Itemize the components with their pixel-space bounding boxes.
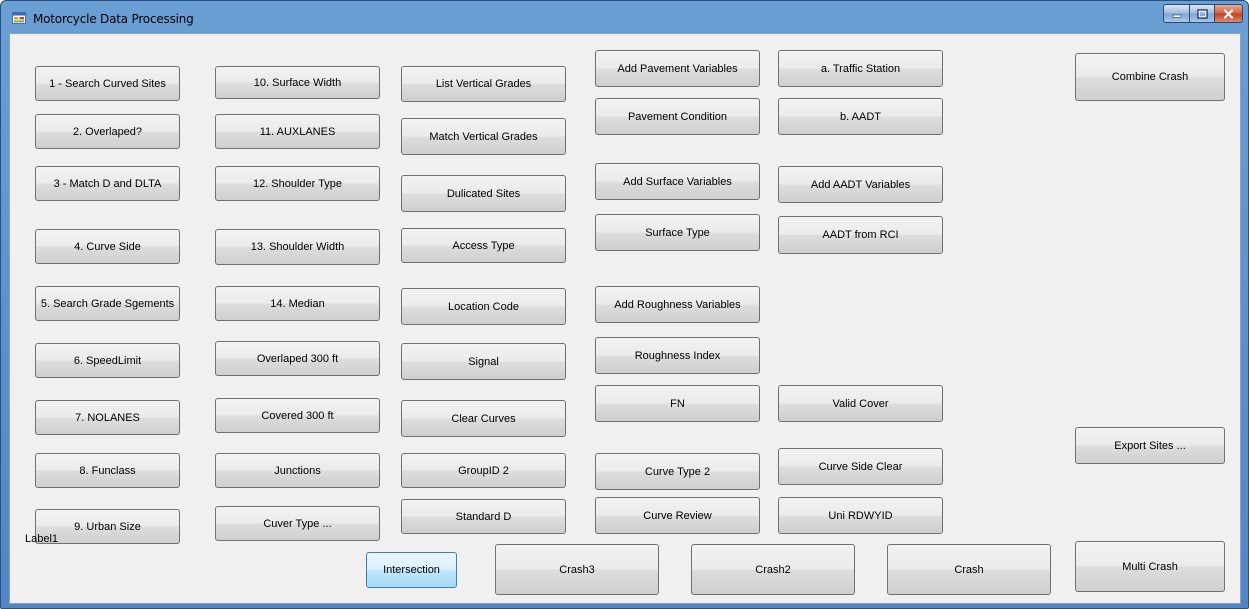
maximize-icon [1196,8,1208,19]
traffic-station-button[interactable]: a. Traffic Station [778,50,943,87]
aadt-from-rci-button[interactable]: AADT from RCI [778,216,943,254]
signal-button[interactable]: Signal [401,343,566,380]
junctions-button[interactable]: Junctions [215,453,380,488]
pavement-condition-button[interactable]: Pavement Condition [595,98,760,135]
overlaped-button[interactable]: 2. Overlaped? [35,114,180,149]
match-d-dlta-button[interactable]: 3 - Match D and DLTA [35,166,180,201]
add-roughness-variables-button[interactable]: Add Roughness Variables [595,286,760,323]
uni-rdwyid-button[interactable]: Uni RDWYID [778,497,943,534]
curve-side-button[interactable]: 4. Curve Side [35,229,180,264]
access-type-button[interactable]: Access Type [401,228,566,263]
search-curved-sites-button[interactable]: 1 - Search Curved Sites [35,66,180,101]
cuver-type-button[interactable]: Cuver Type ... [215,506,380,541]
add-aadt-variables-button[interactable]: Add AADT Variables [778,166,943,203]
overlaped-300ft-button[interactable]: Overlaped 300 ft [215,341,380,376]
speedlimit-button[interactable]: 6. SpeedLimit [35,343,180,378]
shoulder-type-button[interactable]: 12. Shoulder Type [215,166,380,201]
intersection-button[interactable]: Intersection [366,552,457,588]
dulicated-sites-button[interactable]: Dulicated Sites [401,175,566,212]
curve-type-2-button[interactable]: Curve Type 2 [595,453,760,490]
crash-button[interactable]: Crash [887,544,1051,595]
export-sites-button[interactable]: Export Sites ... [1075,427,1225,464]
auxlanes-button[interactable]: 11. AUXLANES [215,114,380,149]
add-pavement-variables-button[interactable]: Add Pavement Variables [595,50,760,87]
curve-side-clear-button[interactable]: Curve Side Clear [778,448,943,485]
search-grade-segments-button[interactable]: 5. Search Grade Sgements [35,286,180,321]
shoulder-width-button[interactable]: 13. Shoulder Width [215,229,380,265]
minimize-icon [1172,14,1181,18]
list-vertical-grades-button[interactable]: List Vertical Grades [401,66,566,102]
curve-review-button[interactable]: Curve Review [595,497,760,534]
median-button[interactable]: 14. Median [215,286,380,321]
match-vertical-grades-button[interactable]: Match Vertical Grades [401,118,566,155]
location-code-button[interactable]: Location Code [401,288,566,325]
fn-button[interactable]: FN [595,385,760,422]
maximize-button[interactable] [1189,4,1215,23]
minimize-button[interactable] [1163,4,1190,23]
surface-width-button[interactable]: 10. Surface Width [215,66,380,99]
multi-crash-button[interactable]: Multi Crash [1075,541,1225,592]
funclass-button[interactable]: 8. Funclass [35,453,180,488]
label1: Label1 [25,533,59,545]
aadt-button[interactable]: b. AADT [778,98,943,135]
groupid-2-button[interactable]: GroupID 2 [401,453,566,488]
valid-cover-button[interactable]: Valid Cover [778,385,943,422]
roughness-index-button[interactable]: Roughness Index [595,337,760,374]
clear-curves-button[interactable]: Clear Curves [401,400,566,437]
standard-d-button[interactable]: Standard D [401,499,566,534]
surface-type-button[interactable]: Surface Type [595,214,760,251]
covered-300ft-button[interactable]: Covered 300 ft [215,398,380,433]
title-bar[interactable]: Motorcycle Data Processing [1,1,1248,33]
app-form-icon [12,12,26,24]
combine-crash-button[interactable]: Combine Crash [1075,53,1225,101]
nolanes-button[interactable]: 7. NOLANES [35,400,180,435]
crash3-button[interactable]: Crash3 [495,544,659,595]
close-icon [1223,8,1234,19]
close-button[interactable] [1214,4,1243,23]
add-surface-variables-button[interactable]: Add Surface Variables [595,163,760,200]
crash2-button[interactable]: Crash2 [691,544,855,595]
window-title: Motorcycle Data Processing [33,12,194,26]
